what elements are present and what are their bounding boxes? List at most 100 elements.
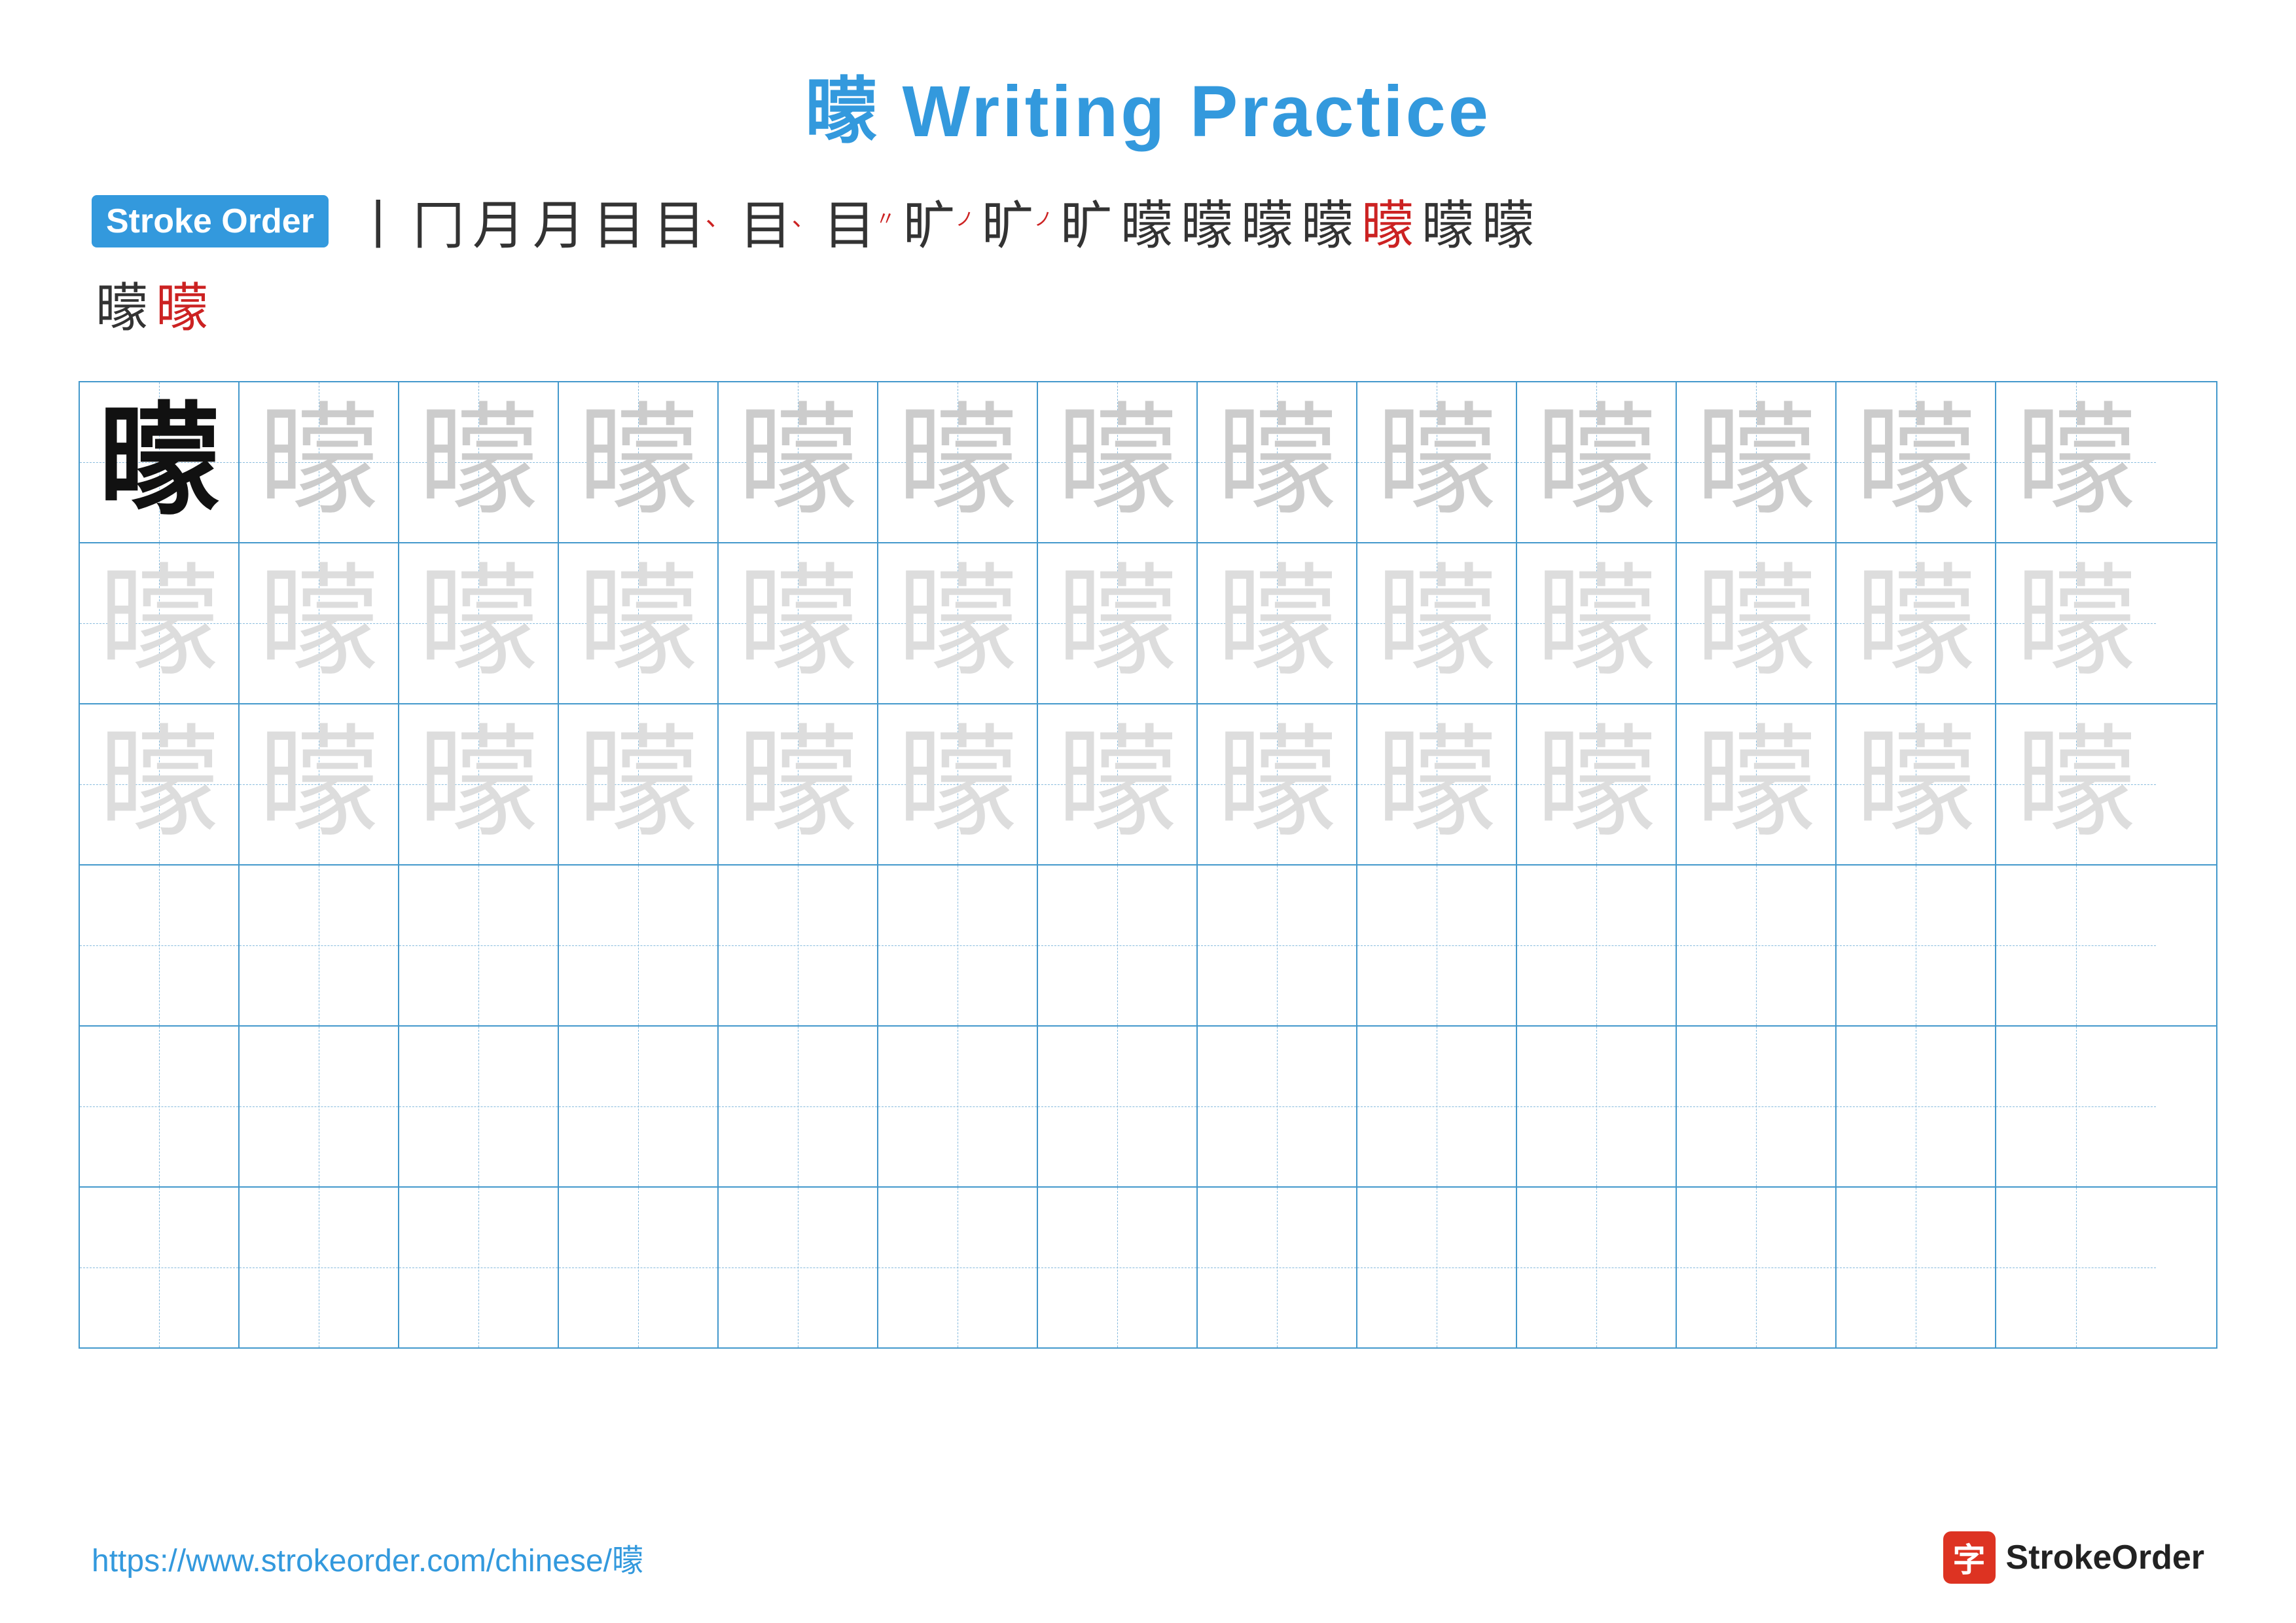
grid-cell-r6-c3 xyxy=(399,1188,559,1347)
footer-logo-text: StrokeOrder xyxy=(2006,1538,2204,1577)
stroke-chars-row1: 丨 冂 月 月 目 目、 目、 目〃 旷ノ 旷ノ 旷 曚 曚 曚 曚 曚 曚 曚 xyxy=(348,183,1538,259)
stroke-char-6: 目、 xyxy=(653,183,732,259)
grid-cell-r6-c13 xyxy=(1996,1188,2156,1347)
grid-cell-r5-c5 xyxy=(719,1027,878,1186)
stroke-char-8: 目〃 xyxy=(823,183,895,259)
grid-row-6 xyxy=(80,1188,2216,1347)
grid-cell-r3-c3: 曚 xyxy=(399,704,559,864)
grid-cell-r6-c7 xyxy=(1038,1188,1198,1347)
stroke-char-13: 曚 xyxy=(1181,183,1233,259)
stroke-char-1: 丨 xyxy=(352,183,404,259)
grid-cell-r1-c3: 曚 xyxy=(399,382,559,542)
grid-cell-r4-c11 xyxy=(1677,866,1837,1025)
practice-grid: 曚 曚 曚 曚 曚 曚 曚 曚 曚 曚 曚 曚 曚 曚 曚 曚 曚 曚 曚 曚 … xyxy=(79,381,2217,1349)
grid-cell-r5-c11 xyxy=(1677,1027,1837,1186)
grid-cell-r2-c1: 曚 xyxy=(80,543,240,703)
grid-cell-r3-c13: 曚 xyxy=(1996,704,2156,864)
stroke-char-5: 目 xyxy=(593,183,645,259)
grid-cell-r6-c10 xyxy=(1517,1188,1677,1347)
stroke-char-4: 月 xyxy=(533,183,585,259)
grid-cell-r5-c10 xyxy=(1517,1027,1677,1186)
stroke-char-16: 曚 xyxy=(1361,183,1414,259)
grid-cell-r1-c10: 曚 xyxy=(1517,382,1677,542)
grid-cell-r4-c5 xyxy=(719,866,878,1025)
stroke-char-7: 目、 xyxy=(740,183,816,259)
grid-cell-r5-c3 xyxy=(399,1027,559,1186)
grid-cell-r5-c8 xyxy=(1198,1027,1357,1186)
grid-cell-r3-c10: 曚 xyxy=(1517,704,1677,864)
grid-cell-r2-c13: 曚 xyxy=(1996,543,2156,703)
grid-row-4 xyxy=(80,866,2216,1027)
grid-cell-r4-c2 xyxy=(240,866,399,1025)
stroke-char-19: 曚 xyxy=(96,266,148,342)
grid-cell-r6-c12 xyxy=(1837,1188,1996,1347)
grid-cell-r1-c2: 曚 xyxy=(240,382,399,542)
stroke-char-2: 冂 xyxy=(412,183,465,259)
grid-cell-r5-c4 xyxy=(559,1027,719,1186)
grid-cell-r6-c4 xyxy=(559,1188,719,1347)
grid-cell-r3-c7: 曚 xyxy=(1038,704,1198,864)
grid-cell-r6-c2 xyxy=(240,1188,399,1347)
grid-cell-r2-c3: 曚 xyxy=(399,543,559,703)
stroke-char-10: 旷ノ xyxy=(982,183,1052,259)
stroke-order-row2: 曚 曚 xyxy=(0,266,2296,361)
footer-logo-icon: 字 xyxy=(1943,1531,1996,1584)
stroke-char-11: 旷 xyxy=(1060,183,1113,259)
stroke-char-17: 曚 xyxy=(1422,183,1474,259)
grid-cell-r5-c13 xyxy=(1996,1027,2156,1186)
footer: https://www.strokeorder.com/chinese/曚 字 … xyxy=(92,1531,2204,1584)
stroke-char-20: 曚 xyxy=(156,266,208,342)
grid-cell-r3-c6: 曚 xyxy=(878,704,1038,864)
grid-cell-r1-c7: 曚 xyxy=(1038,382,1198,542)
grid-cell-r4-c13 xyxy=(1996,866,2156,1025)
grid-cell-r1-c13: 曚 xyxy=(1996,382,2156,542)
footer-url: https://www.strokeorder.com/chinese/曚 xyxy=(92,1535,643,1580)
grid-cell-r3-c11: 曚 xyxy=(1677,704,1837,864)
stroke-char-15: 曚 xyxy=(1301,183,1354,259)
grid-cell-r4-c8 xyxy=(1198,866,1357,1025)
grid-cell-r1-c4: 曚 xyxy=(559,382,719,542)
grid-cell-r3-c5: 曚 xyxy=(719,704,878,864)
grid-cell-r3-c1: 曚 xyxy=(80,704,240,864)
grid-cell-r5-c7 xyxy=(1038,1027,1198,1186)
grid-cell-r5-c6 xyxy=(878,1027,1038,1186)
grid-cell-r4-c6 xyxy=(878,866,1038,1025)
grid-row-2: 曚 曚 曚 曚 曚 曚 曚 曚 曚 曚 曚 曚 曚 xyxy=(80,543,2216,704)
grid-cell-r5-c12 xyxy=(1837,1027,1996,1186)
grid-cell-r4-c7 xyxy=(1038,866,1198,1025)
grid-cell-r3-c2: 曚 xyxy=(240,704,399,864)
grid-cell-r1-c6: 曚 xyxy=(878,382,1038,542)
grid-cell-r4-c9 xyxy=(1357,866,1517,1025)
grid-cell-r1-c1: 曚 xyxy=(80,382,240,542)
grid-cell-r3-c4: 曚 xyxy=(559,704,719,864)
grid-cell-r4-c4 xyxy=(559,866,719,1025)
stroke-order-badge: Stroke Order xyxy=(92,195,329,247)
grid-cell-r2-c5: 曚 xyxy=(719,543,878,703)
grid-cell-r5-c1 xyxy=(80,1027,240,1186)
grid-row-1: 曚 曚 曚 曚 曚 曚 曚 曚 曚 曚 曚 曚 曚 xyxy=(80,382,2216,543)
grid-cell-r4-c12 xyxy=(1837,866,1996,1025)
grid-cell-r4-c3 xyxy=(399,866,559,1025)
grid-cell-r3-c8: 曚 xyxy=(1198,704,1357,864)
stroke-char-9: 旷ノ xyxy=(903,183,974,259)
grid-cell-r1-c8: 曚 xyxy=(1198,382,1357,542)
grid-cell-r1-c9: 曚 xyxy=(1357,382,1517,542)
grid-cell-r2-c6: 曚 xyxy=(878,543,1038,703)
grid-cell-r6-c1 xyxy=(80,1188,240,1347)
grid-cell-r2-c9: 曚 xyxy=(1357,543,1517,703)
stroke-char-12: 曚 xyxy=(1121,183,1173,259)
grid-cell-r1-c12: 曚 xyxy=(1837,382,1996,542)
grid-cell-r1-c5: 曚 xyxy=(719,382,878,542)
grid-cell-r5-c2 xyxy=(240,1027,399,1186)
grid-cell-r4-c10 xyxy=(1517,866,1677,1025)
grid-cell-r2-c7: 曚 xyxy=(1038,543,1198,703)
grid-cell-r3-c12: 曚 xyxy=(1837,704,1996,864)
grid-cell-r3-c9: 曚 xyxy=(1357,704,1517,864)
grid-cell-r2-c8: 曚 xyxy=(1198,543,1357,703)
stroke-order-section: Stroke Order 丨 冂 月 月 目 目、 目、 目〃 旷ノ 旷ノ 旷 … xyxy=(0,157,2296,266)
grid-cell-r2-c10: 曚 xyxy=(1517,543,1677,703)
grid-cell-r6-c11 xyxy=(1677,1188,1837,1347)
grid-cell-r2-c4: 曚 xyxy=(559,543,719,703)
grid-cell-r6-c6 xyxy=(878,1188,1038,1347)
grid-cell-r5-c9 xyxy=(1357,1027,1517,1186)
